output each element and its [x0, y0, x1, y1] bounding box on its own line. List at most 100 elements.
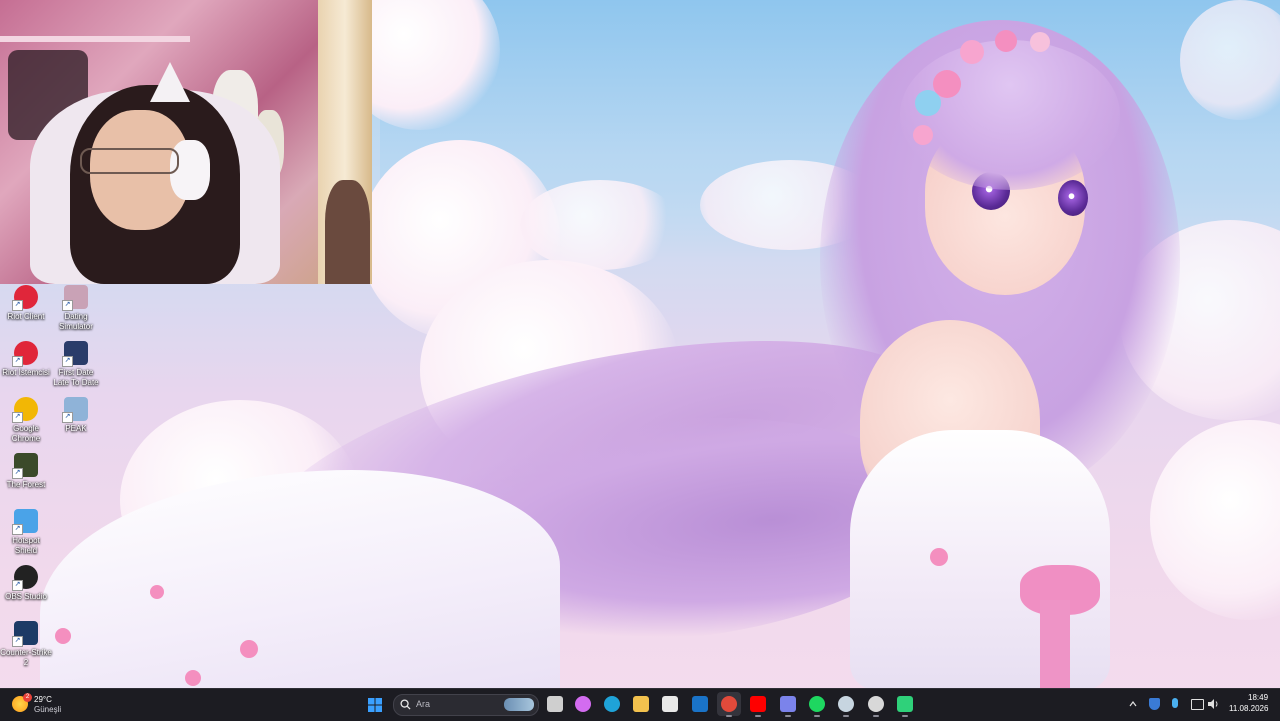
webcam-cat-ears — [150, 62, 190, 102]
chevron-up-icon[interactable] — [1129, 701, 1137, 707]
dress-flower — [240, 640, 258, 658]
game-launcher-icon[interactable] — [893, 692, 917, 717]
volume-icon[interactable] — [1207, 698, 1219, 710]
shortcut-arrow-icon: ↗ — [62, 412, 73, 423]
dress-flower — [55, 628, 71, 644]
system-tray: 18:49 11.08.2026 — [1120, 688, 1280, 720]
dress-flower — [185, 670, 201, 686]
shortcut-arrow-icon: ↗ — [12, 636, 23, 647]
outlook-glyph — [692, 696, 708, 712]
search-placeholder: Ara — [416, 699, 431, 709]
youtube-glyph — [750, 696, 766, 712]
teams-icon[interactable] — [776, 692, 800, 717]
desktop-shortcut-label: Hotspot Shield — [12, 536, 40, 555]
desktop-shortcut[interactable]: ↗ OBS Studio — [0, 565, 52, 602]
start-button[interactable] — [363, 693, 387, 717]
webcam-overlay — [0, 0, 372, 284]
google-chrome-icon: ↗ — [12, 397, 38, 423]
desktop-shortcut-label: Riot Client — [7, 312, 45, 321]
counter-strike-icon: ↗ — [12, 621, 38, 647]
clock-time[interactable]: 18:49 — [1248, 693, 1268, 703]
desktop-shortcut[interactable]: ↗ Dating Simulator — [50, 285, 102, 332]
teams-glyph — [780, 696, 796, 712]
desktop-shortcut-label: Dating Simulator — [59, 312, 93, 331]
microsoft-store-glyph — [662, 696, 678, 712]
riot-client-icon: ↗ — [12, 285, 38, 311]
obs-glyph — [868, 696, 884, 712]
edge-icon[interactable] — [600, 692, 624, 716]
running-indicator — [755, 715, 761, 717]
youtube-icon[interactable] — [746, 692, 770, 717]
running-indicator — [785, 715, 791, 717]
desktop-shortcut[interactable]: ↗ Riot İstemcisi — [0, 341, 52, 378]
file-explorer-glyph — [633, 696, 649, 712]
hotspot-shield-icon: ↗ — [12, 509, 38, 535]
flowing-dress — [40, 470, 560, 688]
clock-date[interactable]: 11.08.2026 — [1229, 704, 1268, 714]
copilot-icon[interactable] — [571, 692, 595, 716]
chrome-icon[interactable] — [717, 692, 741, 717]
shortcut-arrow-icon: ↗ — [12, 412, 23, 423]
desktop-shortcut-label: The Forest — [6, 480, 46, 489]
shortcut-arrow-icon: ↗ — [62, 300, 73, 311]
dress-flower — [150, 585, 164, 599]
steam-icon[interactable] — [834, 692, 858, 717]
desktop-shortcut[interactable]: ↗ Counter-Strike 2 — [0, 621, 52, 668]
shortcut-arrow-icon: ↗ — [12, 524, 23, 535]
windows-logo-icon — [368, 698, 382, 712]
desktop-shortcut[interactable]: ↗ Google Chrome — [0, 397, 52, 444]
outlook-icon[interactable] — [688, 692, 712, 716]
cloud — [1150, 420, 1280, 620]
desktop-shortcut[interactable]: ↗ First Date Late To Date — [50, 341, 102, 388]
network-icon[interactable] — [1191, 699, 1204, 710]
webcam-glasses — [80, 148, 179, 174]
desktop-shortcut[interactable]: ↗ Hotspot Shield — [0, 509, 52, 556]
running-indicator — [814, 715, 820, 717]
cloud — [520, 180, 680, 270]
flower-crown — [905, 30, 1075, 150]
peak-icon: ↗ — [62, 397, 88, 423]
dress-flower — [930, 548, 948, 566]
running-indicator — [843, 715, 849, 717]
riot-istemcisi-icon: ↗ — [12, 341, 38, 367]
desktop-shortcut-label: Riot İstemcisi — [2, 368, 50, 377]
weather-widget[interactable]: 2 29°C Güneşli — [8, 693, 78, 717]
running-indicator — [726, 715, 732, 717]
desktop-shortcut[interactable]: ↗ Riot Client — [0, 285, 52, 322]
edge-glyph — [604, 696, 620, 712]
obs-icon[interactable] — [864, 692, 888, 717]
weather-badge: 2 — [23, 693, 32, 702]
taskbar-search-box[interactable]: Ara — [393, 694, 539, 716]
running-indicator — [902, 715, 908, 717]
desktop-shortcut-label: OBS Studio — [5, 592, 47, 601]
copilot-glyph — [575, 696, 591, 712]
shortcut-arrow-icon: ↗ — [12, 580, 23, 591]
obs-studio-icon: ↗ — [12, 565, 38, 591]
task-view-glyph — [547, 696, 563, 712]
shortcut-arrow-icon: ↗ — [62, 356, 73, 367]
desktop-shortcut-label: Counter-Strike 2 — [0, 648, 52, 667]
search-icon — [400, 699, 411, 710]
desktop-shortcut-label: Google Chrome — [11, 424, 41, 443]
webcam-shelf — [0, 36, 190, 42]
defender-icon[interactable] — [1149, 698, 1160, 710]
character-dress — [850, 430, 1110, 688]
file-explorer-icon[interactable] — [629, 692, 653, 716]
character-eye — [1058, 180, 1088, 216]
spotify-icon[interactable] — [805, 692, 829, 717]
desktop-shortcut[interactable]: ↗ The Forest — [0, 453, 52, 490]
weather-temp: 29°C — [34, 695, 52, 704]
first-date-icon: ↗ — [62, 341, 88, 367]
desktop-shortcut-label: First Date Late To Date — [53, 368, 99, 387]
desktop-shortcut[interactable]: ↗ PEAK — [50, 397, 102, 434]
weather-condition: Güneşli — [34, 705, 62, 714]
microsoft-store-icon[interactable] — [658, 692, 682, 716]
chrome-glyph — [721, 696, 737, 712]
shortcut-arrow-icon: ↗ — [12, 356, 23, 367]
character-ribbon — [1040, 600, 1070, 688]
task-view-icon[interactable] — [543, 692, 567, 716]
steam-glyph — [838, 696, 854, 712]
shortcut-arrow-icon: ↗ — [12, 300, 23, 311]
dating-simulator-icon: ↗ — [62, 285, 88, 311]
microphone-icon[interactable] — [1172, 698, 1178, 708]
